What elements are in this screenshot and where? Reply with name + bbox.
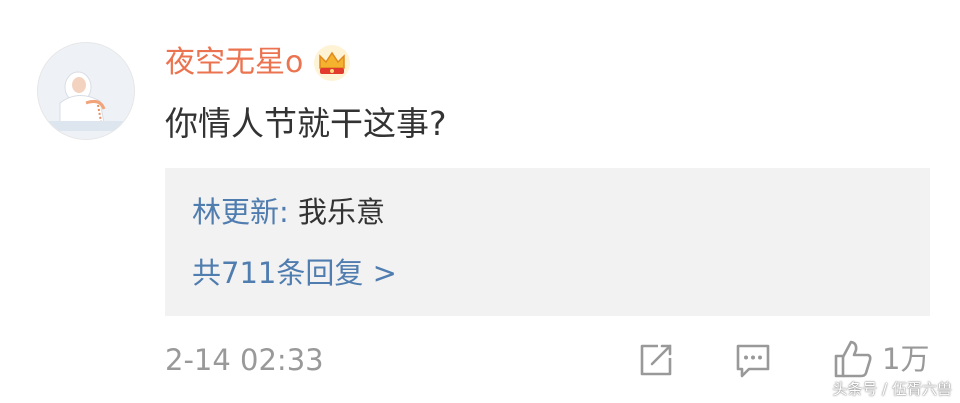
reply-text: 我乐意	[298, 195, 386, 229]
reply-author[interactable]: 林更新	[192, 195, 279, 229]
share-icon[interactable]	[636, 340, 676, 380]
username[interactable]: 夜空无星o	[165, 48, 303, 78]
watermark: 头条号 / 伍胥六兽	[832, 380, 952, 398]
comment-text: 你情人节就干这事?	[165, 104, 447, 143]
comment-timestamp: 2-14 02:33	[165, 343, 324, 377]
thumbs-up-icon[interactable]	[832, 338, 874, 380]
like-count: 1万	[882, 342, 930, 376]
comment-icon[interactable]	[733, 340, 773, 380]
crown-badge-icon	[314, 45, 351, 81]
avatar-image	[38, 43, 134, 139]
reply-separator: :	[279, 195, 299, 229]
username-row: 夜空无星o	[165, 44, 351, 82]
reply-preview-box[interactable]: 林更新: 我乐意 共711条回复 >	[165, 168, 930, 316]
reply-line: 林更新: 我乐意	[192, 195, 385, 230]
user-avatar[interactable]	[37, 42, 135, 140]
view-all-replies-link[interactable]: 共711条回复 >	[192, 256, 397, 291]
